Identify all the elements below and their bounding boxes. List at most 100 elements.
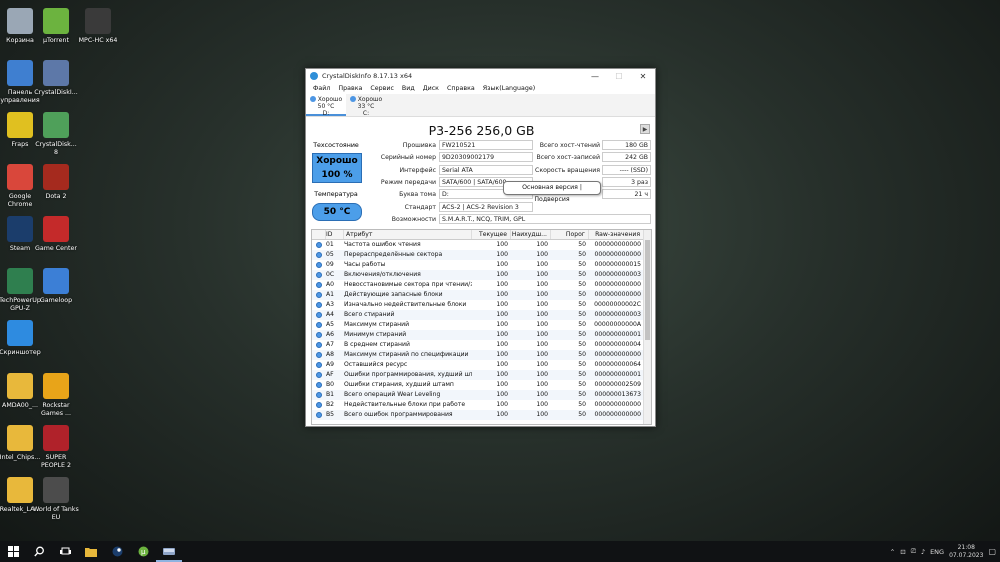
cell-attribute: В среднем стираний — [344, 341, 410, 348]
cell-id: B1 — [326, 391, 335, 398]
cell-current: 100 — [496, 321, 508, 328]
cell-attribute: Максимум стираний по спецификации — [344, 351, 469, 358]
table-row[interactable]: A0 Невосстановимые сектора при чтении/за.… — [312, 280, 651, 290]
cell-raw: 000000000000 — [594, 241, 641, 248]
cell-id: B5 — [326, 411, 335, 418]
cell-worst: 100 — [536, 411, 548, 418]
menu-language[interactable]: Язык(Language) — [479, 85, 540, 92]
control-panel-icon — [7, 60, 33, 86]
table-row[interactable]: B5 Всего ошибок программирования 100 100 50 0… — [312, 410, 651, 420]
table-row[interactable]: A4 Всего стираний 100 100 50 000000000003 — [312, 310, 651, 320]
table-scrollbar[interactable] — [643, 230, 651, 424]
cell-worst: 100 — [536, 281, 548, 288]
taskbar-explorer[interactable] — [78, 541, 104, 562]
desktop-icon[interactable]: CrystalDiskI... — [33, 60, 79, 97]
minimize-button[interactable]: — — [583, 72, 607, 81]
desktop-icon[interactable]: µTorrent — [33, 8, 79, 45]
table-row[interactable]: B2 Недействительные блоки при работе 100 10… — [312, 400, 651, 410]
cell-threshold: 50 — [578, 301, 586, 308]
table-row[interactable]: 09 Часы работы 100 100 50 000000000015 — [312, 260, 651, 270]
cell-attribute: Всего операций Wear Leveling — [344, 391, 441, 398]
desktop-icon[interactable]: MPC-HC x64 — [75, 8, 121, 45]
network-icon[interactable]: ⎚ — [911, 547, 916, 556]
header-worst[interactable]: Наихудш... — [511, 230, 551, 239]
taskbar-utorrent[interactable]: µ — [130, 541, 156, 562]
menu-file[interactable]: Файл — [309, 85, 334, 92]
table-body: 01 Частота ошибок чтения 100 100 50 000000000… — [312, 240, 651, 420]
task-view-button[interactable] — [52, 541, 78, 562]
table-row[interactable]: A8 Максимум стираний по спецификации 100 10… — [312, 350, 651, 360]
table-row[interactable]: A9 Оставшийся ресурс 100 100 50 000000000064 — [312, 360, 651, 370]
status-dot-icon — [312, 290, 326, 300]
notifications-button[interactable]: ▢ — [988, 547, 996, 556]
table-row[interactable]: AF Ошибки программирования, худший шта...… — [312, 370, 651, 380]
scrollbar-thumb[interactable] — [645, 240, 650, 340]
drive-tab-c[interactable]: Хорошо 33 °C C: — [346, 94, 386, 117]
taskbar-steam[interactable] — [104, 541, 130, 562]
table-row[interactable]: 01 Частота ошибок чтения 100 100 50 000000000… — [312, 240, 651, 250]
maximize-button[interactable]: ☐ — [607, 72, 631, 81]
status-dot-icon — [312, 320, 326, 330]
table-row[interactable]: A3 Изначально недействительные блоки 100 10… — [312, 300, 651, 310]
desktop-icon[interactable]: SUPER PEOPLE 2 — [33, 425, 79, 469]
header-threshold[interactable]: Порог — [551, 230, 589, 239]
header-current[interactable]: Текущее — [472, 230, 511, 239]
notification-icon[interactable]: ⊡ — [900, 548, 905, 556]
table-row[interactable]: B0 Ошибки стирания, худший штамп 100 100 50 0… — [312, 380, 651, 390]
desktop-icon[interactable]: Rockstar Games ... — [33, 373, 79, 417]
cell-raw: 000000000001 — [594, 331, 641, 338]
table-row[interactable]: B1 Всего операций Wear Leveling 100 100 50 00… — [312, 390, 651, 400]
menu-edit[interactable]: Правка — [334, 85, 366, 92]
desktop-icon[interactable]: Скриншотер — [0, 320, 43, 357]
desktop-icon[interactable]: Gameloop — [33, 268, 79, 305]
health-status-badge[interactable]: Хорошо 100 % — [312, 153, 362, 183]
features-label: Возможности — [391, 216, 436, 223]
menu-view[interactable]: Вид — [398, 85, 419, 92]
dota2-icon — [43, 164, 69, 190]
crystaldiskinfo-icon — [43, 60, 69, 86]
desktop-icon-label: Gameloop — [39, 297, 73, 304]
table-row[interactable]: A7 В среднем стираний 100 100 50 000000000004 — [312, 340, 651, 350]
drive-letter: D: — [322, 109, 330, 117]
folder-icon — [85, 547, 97, 557]
table-row[interactable]: A6 Минимум стираний 100 100 50 000000000001 — [312, 330, 651, 340]
taskbar-crystaldiskinfo[interactable] — [156, 541, 182, 562]
volume-icon[interactable]: ♪ — [921, 548, 925, 556]
clock[interactable]: 21:08 07.07.2023 — [949, 544, 983, 559]
desktop-icon[interactable]: World of Tanks EU — [33, 477, 79, 521]
menu-help[interactable]: Справка — [443, 85, 479, 92]
cell-id: 01 — [326, 241, 334, 248]
header-id[interactable]: ID — [326, 230, 344, 239]
temperature-badge[interactable]: 50 °C — [312, 203, 362, 221]
menu-disk[interactable]: Диск — [419, 85, 443, 92]
cell-raw: 000000000004 — [594, 341, 641, 348]
status-dot-icon — [312, 260, 326, 270]
search-button[interactable] — [26, 541, 52, 562]
desktop-icon-label: Dota 2 — [45, 193, 67, 200]
desktop-icon[interactable]: CrystalDisk... 8 — [33, 112, 79, 156]
language-indicator[interactable]: ENG — [930, 548, 944, 556]
desktop-icon-label: Скриншотер — [0, 349, 41, 356]
title-bar[interactable]: CrystalDiskInfo 8.17.13 x64 — ☐ ✕ — [306, 69, 655, 83]
desktop-icon[interactable]: Dota 2 — [33, 164, 79, 201]
header-raw[interactable]: Raw-значения — [589, 230, 644, 239]
smart-table: ID Атрибут Текущее Наихудш... Порог Raw-… — [311, 229, 652, 425]
desktop-icon[interactable]: Game Center — [33, 216, 79, 253]
chevron-up-icon[interactable]: ⌃ — [890, 548, 895, 556]
table-row[interactable]: 05 Перераспределённые сектора 100 100 50 0000… — [312, 250, 651, 260]
window-title: CrystalDiskInfo 8.17.13 x64 — [322, 72, 413, 80]
table-row[interactable]: A5 Максимум стираний 100 100 50 00000000000A — [312, 320, 651, 330]
table-row[interactable]: 0C Включения/отключения 100 100 50 0000000000… — [312, 270, 651, 280]
cell-current: 100 — [496, 241, 508, 248]
next-drive-button[interactable]: ▶ — [640, 124, 650, 134]
drive-tab-d[interactable]: Хорошо 50 °C D: — [306, 94, 346, 117]
close-button[interactable]: ✕ — [631, 72, 655, 81]
start-button[interactable] — [0, 541, 26, 562]
menu-service[interactable]: Сервис — [366, 85, 398, 92]
cell-worst: 100 — [536, 331, 548, 338]
table-row[interactable]: A1 Действующие запасные блоки 100 100 50 0000… — [312, 290, 651, 300]
cell-threshold: 50 — [578, 351, 586, 358]
header-attribute[interactable]: Атрибут — [344, 230, 472, 239]
cell-id: A3 — [326, 301, 335, 308]
cell-id: A6 — [326, 331, 335, 338]
